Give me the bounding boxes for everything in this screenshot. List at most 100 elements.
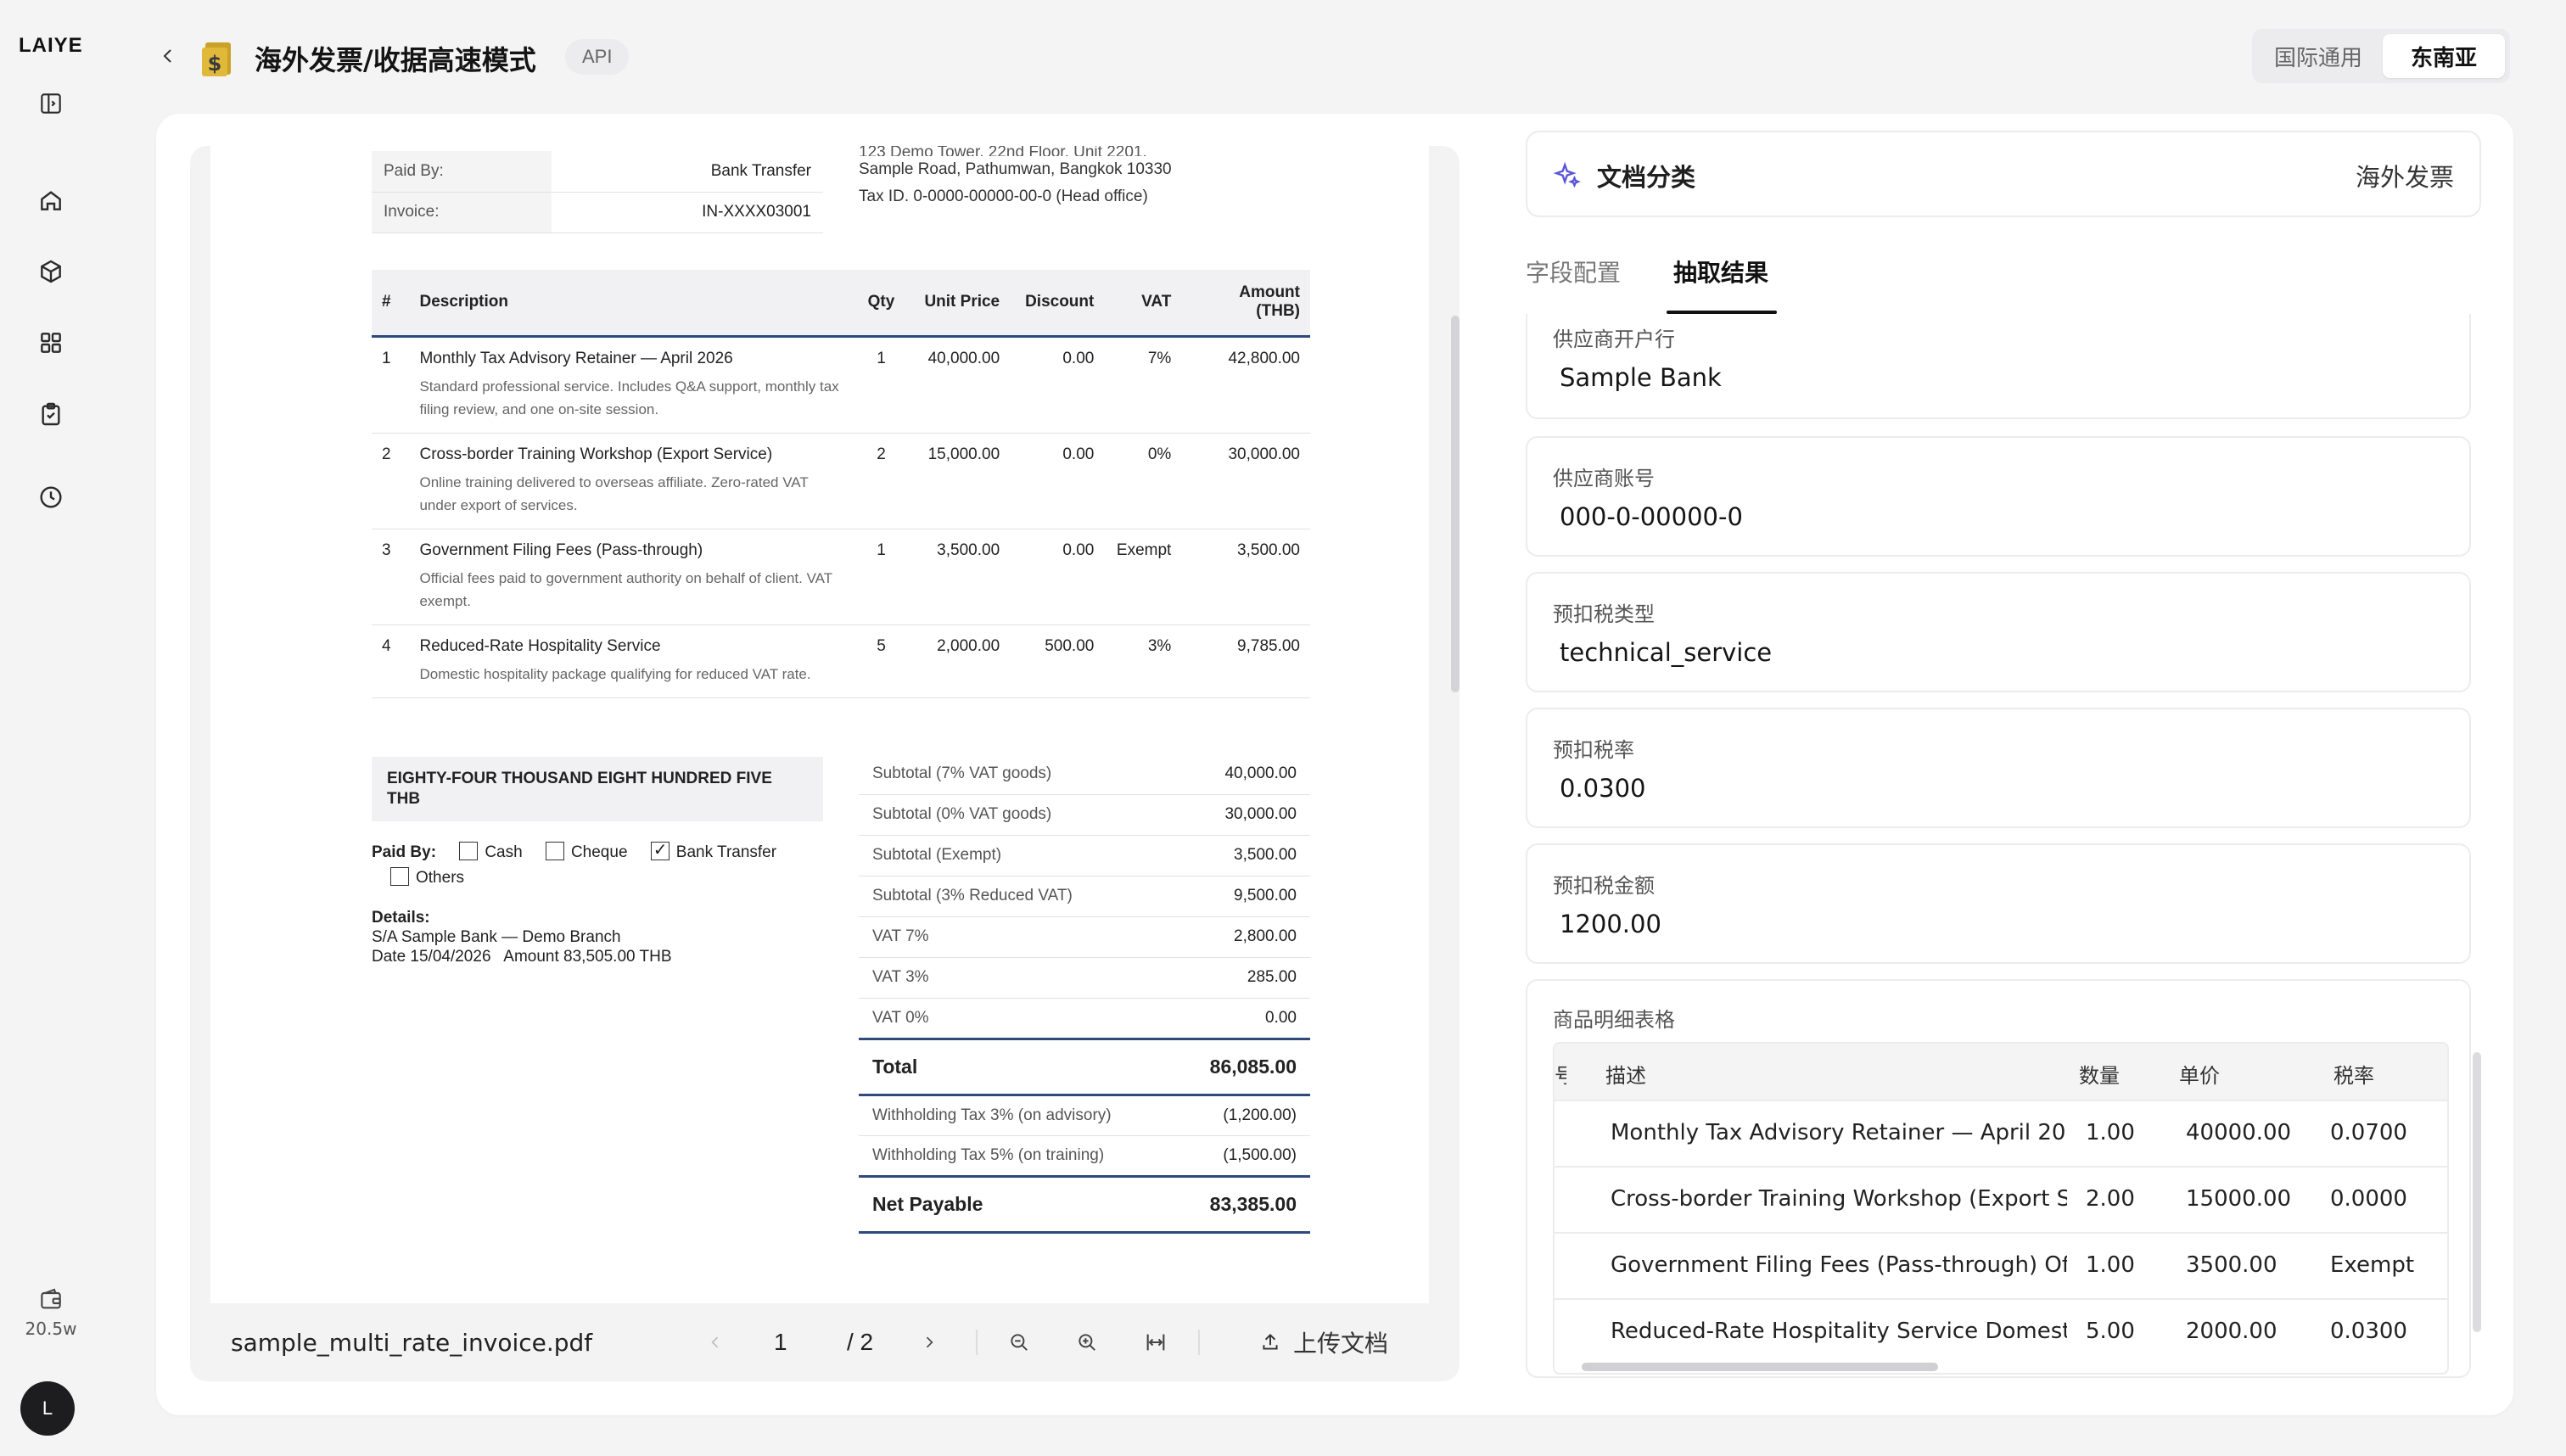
totals-value: 40,000.00 [1174,753,1310,795]
field-value[interactable]: 0.0300 [1560,774,1645,803]
goods-desc: Cross-border Training Workshop (Export S… [1611,1186,2067,1212]
goods-row[interactable]: Reduced-Rate Hospitality Service Domesti… [1555,1298,2447,1364]
col-amount: Amount (THB) [1181,270,1310,338]
toolbar-divider [976,1330,978,1355]
goods-desc: Government Filing Fees (Pass-through) Of… [1611,1252,2067,1278]
field-value[interactable]: Sample Bank [1560,363,1722,392]
api-badge[interactable]: API [565,39,630,75]
field-value[interactable]: 000-0-00000-0 [1560,502,1743,531]
totals-label: Withholding Tax 3% (on advisory) [859,1095,1175,1136]
region-option-southeast-asia[interactable]: 东南亚 [2383,34,2505,78]
field-value[interactable]: 1200.00 [1560,910,1661,938]
goods-price: 2000.00 [2186,1319,2277,1344]
kv-key: Paid By: [372,151,552,193]
item-title: Reduced-Rate Hospitality Service [419,636,661,655]
totals-label: Subtotal (3% Reduced VAT) [859,876,1175,917]
col-qty: Qty [855,270,907,338]
field-label: 预扣税类型 [1553,602,1655,626]
region-toggle: 国际通用 东南亚 [2252,29,2510,83]
item-discount: 500.00 [1010,624,1105,698]
totals-row: Withholding Tax 5% (on training) (1,500.0… [859,1135,1310,1177]
goods-qty: 2.00 [2086,1186,2135,1212]
region-option-international[interactable]: 国际通用 [2257,34,2379,78]
item-discount: 0.00 [1010,336,1105,434]
goods-row[interactable]: Government Filing Fees (Pass-through) Of… [1555,1232,2447,1298]
item-title: Cross-border Training Workshop (Export S… [419,445,773,463]
totals-row: Subtotal (7% VAT goods) 40,000.00 [859,753,1310,795]
col-discount: Discount [1010,270,1105,338]
panel-toggle-icon[interactable] [36,88,66,119]
totals-value: (1,500.00) [1174,1135,1310,1177]
col-vat: VAT [1104,270,1182,338]
table-row: 2 Cross-border Training Workshop (Export … [372,433,1310,529]
home-icon[interactable] [36,185,66,216]
totals-value: (1,200.00) [1174,1095,1310,1136]
tab-field-config[interactable]: 字段配置 [1526,255,1621,288]
quota-indicator[interactable]: 20.5w [20,1286,81,1339]
prev-page-icon[interactable] [703,1330,728,1355]
clock-icon[interactable] [36,482,66,512]
upload-icon [1263,1333,1278,1350]
checkbox-cheque [545,842,564,860]
totals-row: Withholding Tax 3% (on advisory) (1,200.0… [859,1095,1310,1136]
checkbox-cash [459,842,479,860]
item-description: Reduced-Rate Hospitality Service Domestic… [409,624,856,698]
kv-key: Invoice: [372,192,552,233]
document-viewer[interactable]: 123 Demo Tower, 22nd Floor, Unit 2201, S… [190,146,1459,1381]
totals-label: VAT 7% [859,916,1175,958]
item-subtext: Official fees paid to government authori… [419,569,832,609]
table-row: 4 Reduced-Rate Hospitality Service Domesti… [372,624,1310,698]
item-no: 3 [372,529,410,625]
goods-table[interactable]: 号 描述 数量 单价 税率 Monthly Tax Advisory Retai… [1553,1042,2449,1375]
table-row: 3 Government Filing Fees (Pass-through) Of… [372,529,1310,625]
totals-value: 9,500.00 [1174,876,1310,917]
page-input[interactable]: 1 [774,1329,787,1356]
goods-row[interactable]: Monthly Tax Advisory Retainer — April 20… [1555,1100,2447,1166]
address-line: Tax ID. 0-0000-00000-00-0 (Head office) [859,188,1148,205]
col-unit-price: Unit Price [906,270,1011,338]
sparkle-icon [1553,161,1581,188]
quota-value: 20.5w [25,1319,77,1339]
clipboard-check-icon[interactable] [36,399,66,429]
item-amount: 9,785.00 [1181,624,1310,698]
fit-width-icon[interactable] [1140,1327,1171,1358]
zoom-out-icon[interactable] [1005,1328,1034,1357]
field-value[interactable]: technical_service [1560,638,1772,667]
item-subtext: Online training delivered to overseas af… [419,473,809,513]
back-icon[interactable] [158,46,178,66]
item-description: Cross-border Training Workshop (Export S… [409,433,856,529]
viewer-scrollbar[interactable] [1451,316,1459,692]
option-label: Cheque [570,843,628,861]
goods-qty: 1.00 [2086,1252,2135,1278]
goods-row[interactable]: Cross-border Training Workshop (Export S… [1555,1166,2447,1232]
field-card: 供应商账号 000-0-00000-0 [1526,436,2471,557]
avatar[interactable]: L [20,1381,75,1436]
upload-document-button[interactable]: 上传文档 [1259,1325,1388,1359]
horizontal-scrollbar[interactable] [1582,1363,1938,1371]
goods-col-no: 号 [1555,1059,1566,1089]
classification-value: 海外发票 [2355,163,2454,192]
totals-value: 86,085.00 [1174,1037,1310,1096]
item-no: 1 [372,336,410,434]
checkbox-others [390,867,409,886]
goods-desc: Monthly Tax Advisory Retainer — April 20… [1611,1120,2067,1145]
goods-rate: 0.0300 [2330,1319,2407,1344]
cube-icon[interactable] [36,256,66,287]
grid-icon[interactable] [36,328,66,358]
table-row: Invoice: IN-XXXX03001 [372,192,823,233]
totals-row: Total 86,085.00 [859,1037,1310,1096]
tab-extraction-result[interactable]: 抽取结果 [1673,255,1768,288]
document-page: 123 Demo Tower, 22nd Floor, Unit 2201, S… [210,146,1429,1303]
goods-col-price: 单价 [2179,1064,2220,1088]
right-panel-scrollbar[interactable] [2473,1052,2481,1332]
toolbar-divider [1198,1330,1200,1355]
col-description: Description [409,270,856,338]
next-page-icon[interactable] [916,1330,942,1355]
goods-rate: Exempt [2330,1252,2415,1278]
goods-col-desc: 描述 [1605,1064,1646,1088]
zoom-in-icon[interactable] [1073,1328,1101,1357]
totals-label: Subtotal (Exempt) [859,835,1175,876]
totals-row: VAT 0% 0.00 [859,998,1310,1039]
upload-label: 上传文档 [1293,1330,1389,1357]
totals-value: 30,000.00 [1174,794,1310,836]
